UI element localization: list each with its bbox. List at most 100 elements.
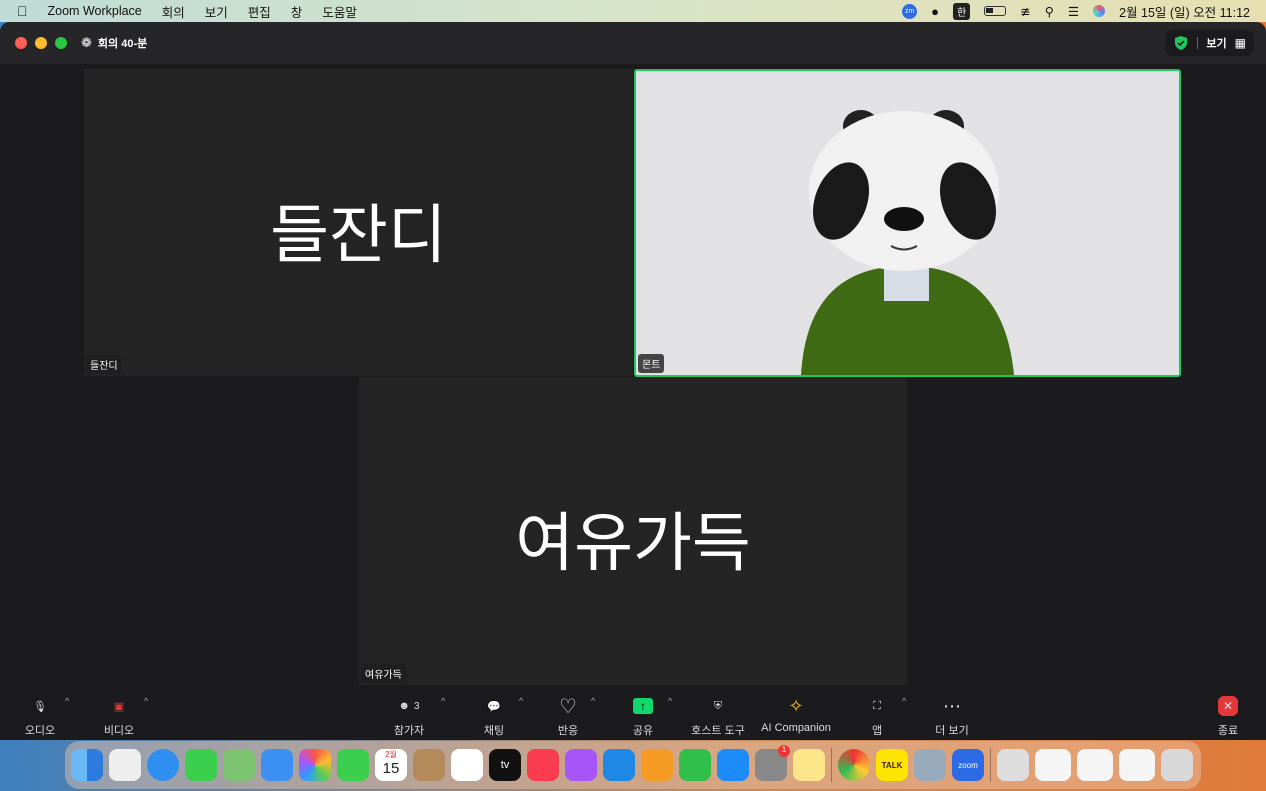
calendar-icon[interactable]: 2월 15 (375, 749, 407, 781)
podcasts-icon[interactable] (565, 749, 597, 781)
participant-display-name: 여유가득 (515, 507, 751, 579)
system-settings-icon[interactable]: 1 (755, 745, 790, 781)
reactions-options-caret[interactable]: ^ (591, 696, 595, 706)
grid-icon: ▦ (1234, 36, 1246, 50)
heart-icon: ♡ (559, 695, 577, 718)
maps-icon[interactable] (223, 749, 255, 781)
calendar-day: 15 (382, 760, 400, 777)
menu-bar:  Zoom Workplace 회의 보기 편집 창 도움말 zm ● 한 ≇… (0, 0, 1266, 22)
view-label: 보기 (1206, 38, 1227, 50)
document-stack-icon[interactable] (997, 749, 1029, 781)
shield-icon: ⛨ (713, 699, 723, 712)
messenger-icon[interactable]: ● (931, 4, 939, 19)
video-label: 비디오 (103, 725, 135, 737)
participants-label: 참가자 (393, 725, 425, 737)
microphone-icon: 🎙 (33, 700, 47, 713)
menu-window[interactable]: 창 (291, 2, 303, 21)
video-tile-1[interactable]: 들잔디 들잔디 (84, 69, 633, 376)
chrome-icon[interactable] (838, 749, 870, 781)
more-button[interactable]: ⋯ 더 보기 (912, 694, 992, 738)
preview-icon[interactable] (914, 749, 946, 781)
recent-file-icon[interactable] (1077, 749, 1113, 781)
dock-divider (831, 748, 832, 782)
end-meeting-button[interactable]: ✕ 종료 (1188, 694, 1266, 738)
view-button[interactable]: 보기 ▦ (1165, 30, 1254, 56)
reactions-button[interactable]: ♡ 반응 (528, 694, 608, 738)
video-options-caret[interactable]: ^ (144, 696, 148, 706)
participants-icon: ☻ (398, 700, 410, 712)
apps-options-caret[interactable]: ^ (902, 696, 906, 706)
panda-avatar (801, 110, 1014, 375)
kakaotalk-icon[interactable]: TALK (876, 749, 908, 781)
host-tools-button[interactable]: ⛨ 호스트 도구 (678, 694, 758, 738)
siri-icon[interactable] (1093, 5, 1106, 17)
zoom-status-icon[interactable]: zm (902, 3, 918, 19)
ai-companion-button[interactable]: ✧ AI Companion (751, 694, 841, 735)
video-tile-2-active-speaker[interactable]: 몬트 (634, 69, 1181, 377)
app-store-icon[interactable] (717, 749, 749, 781)
spotlight-search-icon[interactable]: ⚲ (1045, 4, 1054, 19)
safari-icon[interactable] (147, 749, 179, 781)
trash-icon[interactable] (1161, 749, 1193, 781)
control-center-icon[interactable]: ☰ (1068, 4, 1079, 19)
participant-count: 3 (414, 700, 420, 712)
menu-edit[interactable]: 편집 (248, 2, 271, 21)
menu-app-name[interactable]: Zoom Workplace (48, 4, 142, 18)
reactions-label: 반응 (557, 725, 579, 737)
meeting-title: 회의 40-분 (97, 38, 148, 50)
notes-icon[interactable] (793, 749, 825, 781)
messages-icon[interactable] (185, 749, 217, 781)
share-options-caret[interactable]: ^ (668, 696, 672, 706)
launchpad-icon[interactable] (109, 749, 141, 781)
chat-icon: 💬 (487, 700, 501, 713)
contacts-icon[interactable] (413, 749, 445, 781)
facetime-icon[interactable] (337, 749, 369, 781)
zoom-icon[interactable]: zoom (952, 749, 984, 781)
menu-view[interactable]: 보기 (205, 2, 228, 21)
participants-button[interactable]: ☻ 3 참가자 (369, 694, 449, 738)
battery-icon[interactable] (984, 6, 1007, 16)
host-tools-label: 호스트 도구 (691, 725, 745, 737)
audio-options-caret[interactable]: ^ (65, 696, 69, 706)
dock: 2월 15 tv 1 TALK zoom (65, 741, 1201, 789)
participant-name-label: 여유가득 (361, 664, 406, 683)
title-bar: ❁ 회의 40-분 보기 ▦ (0, 22, 1266, 64)
notification-badge: 1 (778, 745, 790, 757)
recent-file-icon[interactable] (1035, 749, 1071, 781)
recent-file-icon[interactable] (1119, 749, 1155, 781)
wifi-icon[interactable]: ≇ (1020, 4, 1030, 19)
more-dots-icon: ⋯ (943, 695, 961, 716)
ai-companion-label: AI Companion (761, 722, 831, 734)
meeting-toolbar: 🎙 오디오 ^ ▣ 비디오 ^ ☻ 3 참가자 ^ 💬 채팅 ^ ♡ 반응 ^ ↑ 공유 ^ … (0, 688, 1266, 740)
mail-icon[interactable] (261, 749, 293, 781)
menu-clock[interactable]: 2월 15일 (일) 오전 11:12 (1119, 2, 1250, 21)
apple-icon[interactable]:  (17, 3, 28, 19)
menu-help[interactable]: 도움말 (322, 2, 357, 21)
apps-label: 앱 (871, 725, 883, 737)
chat-options-caret[interactable]: ^ (519, 696, 523, 706)
keynote-icon[interactable] (603, 749, 635, 781)
apple-tv-icon[interactable]: tv (489, 749, 521, 781)
close-window-button[interactable] (15, 37, 27, 49)
minimize-window-button[interactable] (35, 37, 47, 49)
zoom-window: ❁ 회의 40-분 보기 ▦ 들잔디 들잔디 몬트 여유가득 여유가득 🎙 오디… (0, 22, 1266, 740)
zoom-window-button[interactable] (55, 37, 67, 49)
music-icon[interactable] (527, 749, 559, 781)
reminders-icon[interactable] (451, 749, 483, 781)
input-method-indicator[interactable]: 한 (953, 2, 971, 20)
end-x-icon: ✕ (1218, 696, 1238, 716)
participant-name-label: 몬트 (638, 354, 665, 373)
chat-label: 채팅 (483, 725, 505, 737)
apps-icon: ⛶ (873, 699, 881, 712)
participant-display-name: 들잔디 (270, 199, 447, 271)
shield-check-icon (1175, 36, 1188, 50)
photos-icon[interactable] (299, 749, 331, 781)
share-arrow-icon: ↑ (633, 698, 653, 714)
audio-label: 오디오 (24, 725, 56, 737)
video-tile-3[interactable]: 여유가득 여유가득 (359, 377, 907, 685)
finder-icon[interactable] (71, 749, 103, 781)
participants-options-caret[interactable]: ^ (441, 696, 445, 706)
pages-icon[interactable] (641, 749, 673, 781)
menu-meeting[interactable]: 회의 (162, 2, 185, 21)
numbers-icon[interactable] (679, 749, 711, 781)
